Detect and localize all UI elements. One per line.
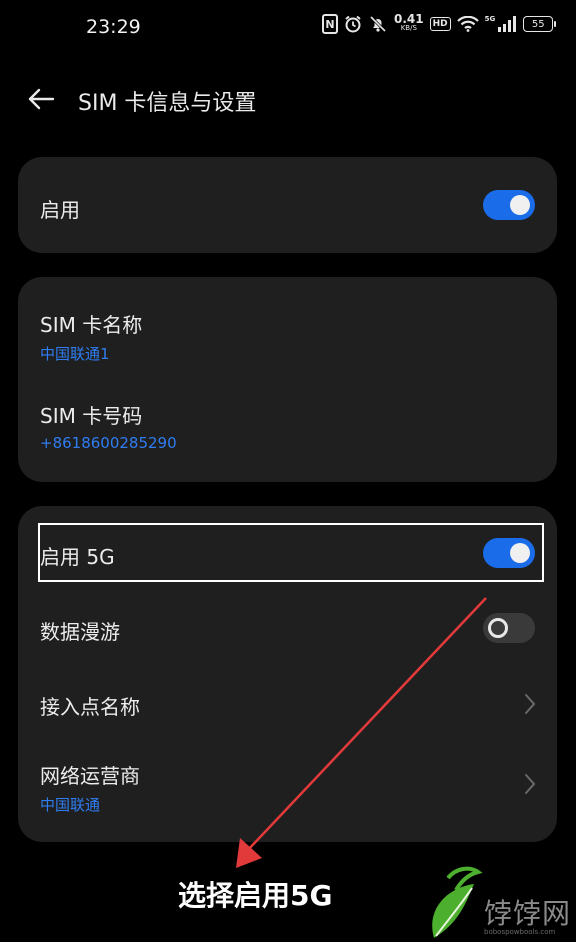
watermark-text: 饽饽网 [484, 897, 572, 930]
red-arrow-annotation [236, 597, 487, 868]
watermark-url: bobospowbools.com [484, 928, 556, 936]
annotation-text: 选择启用5G [178, 879, 333, 912]
